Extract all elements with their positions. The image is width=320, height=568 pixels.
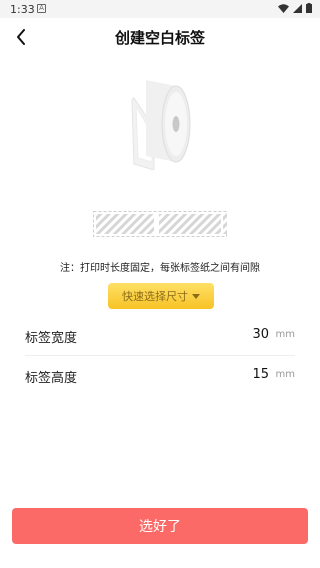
label-height-unit: mm	[275, 369, 295, 380]
caret-down-icon	[192, 293, 200, 299]
status-time: 1:33	[10, 3, 35, 16]
label-width-label: 标签宽度	[25, 331, 78, 346]
wifi-icon	[278, 3, 289, 13]
signal-icon	[293, 3, 302, 13]
label-width-input[interactable]	[209, 327, 269, 342]
page-title: 创建空白标签	[114, 29, 205, 47]
status-icons	[278, 3, 312, 13]
status-bar: 1:33 A	[0, 0, 320, 18]
quick-select-size-button[interactable]: 快速选择尺寸	[108, 283, 214, 309]
label-width-unit: mm	[275, 329, 295, 340]
confirm-button[interactable]: 选好了	[12, 508, 308, 544]
label-strip-icon	[93, 211, 227, 237]
gap-note: 注：打印时长度固定，每张标签纸之间有间隙	[60, 263, 260, 274]
a-box-icon: A	[37, 4, 46, 13]
label-height-input[interactable]	[209, 367, 269, 382]
label-roll-icon	[131, 80, 191, 170]
label-height-label: 标签高度	[25, 371, 78, 386]
label-height-row: 标签高度 mm	[25, 356, 295, 396]
nav-bar: 创建空白标签	[0, 18, 320, 56]
battery-icon	[306, 3, 312, 13]
confirm-button-label: 选好了	[139, 519, 181, 535]
label-width-row: 标签宽度 mm	[25, 316, 295, 356]
quick-select-label: 快速选择尺寸	[122, 290, 188, 303]
